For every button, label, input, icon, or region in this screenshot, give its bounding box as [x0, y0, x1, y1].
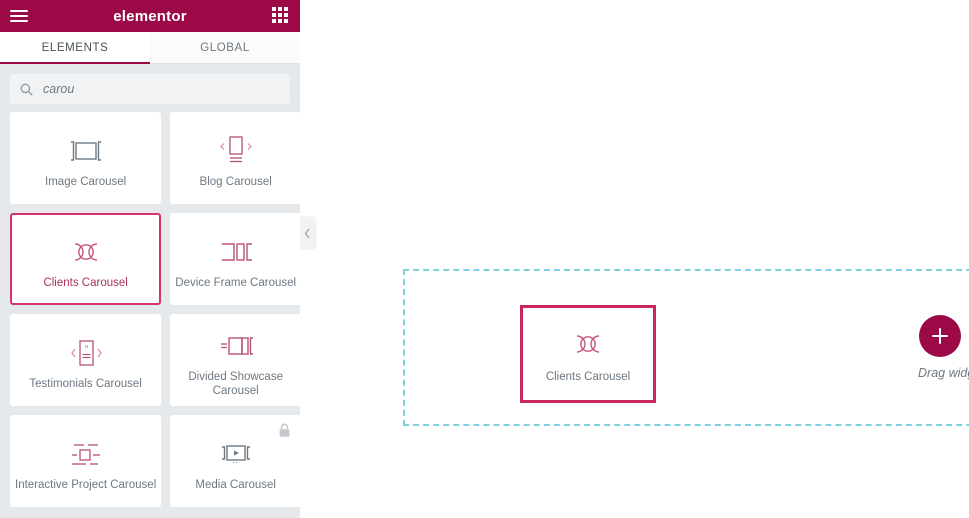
widget-card-interactive-project-carousel[interactable]: Interactive Project Carousel: [10, 415, 162, 507]
elementor-logo: elementor: [113, 7, 187, 25]
widget-card-image-carousel[interactable]: Image Carousel: [10, 112, 162, 204]
editor-canvas[interactable]: Clients Carousel Drag widget here: [300, 0, 969, 518]
widget-label: Clients Carousel: [43, 276, 128, 289]
widget-label: Divided Showcase Carousel: [188, 370, 283, 397]
panel-collapse-handle[interactable]: [300, 217, 315, 249]
add-section-button[interactable]: [918, 315, 961, 357]
divided-showcase-carousel-icon: [213, 326, 259, 366]
elementor-editor: elementor ELEMENTS GLOBAL carou Image Ca…: [0, 0, 969, 518]
search-input[interactable]: [41, 81, 280, 97]
widget-label: Image Carousel: [45, 175, 127, 188]
widget-card-clients-carousel[interactable]: Clients Carousel: [10, 213, 162, 305]
lock-icon: [278, 423, 291, 443]
search-box[interactable]: [10, 74, 290, 104]
device-frame-carousel-icon: [214, 232, 258, 272]
clients-carousel-icon: [64, 232, 108, 272]
widget-label: Media Carousel: [195, 478, 276, 491]
hamburger-icon[interactable]: [10, 6, 34, 26]
widget-label: Interactive Project Carousel: [15, 478, 157, 491]
testimonials-carousel-icon: ”: [63, 333, 109, 373]
search-icon: [20, 83, 33, 95]
widget-card-divided-showcase-carousel[interactable]: Divided Showcase Carousel: [170, 314, 300, 406]
widget-card-device-frame-carousel[interactable]: Device Frame Carousel: [170, 213, 300, 305]
widget-list: Image Carousel Blog Carousel Clients Car…: [0, 112, 300, 507]
tab-global[interactable]: GLOBAL: [150, 32, 300, 63]
widget-card-testimonials-carousel[interactable]: ” Testimonials Carousel: [10, 314, 162, 406]
drag-widget-hint: Drag widget here: [918, 366, 969, 380]
plus-icon: [931, 328, 948, 344]
widget-label: Testimonials Carousel: [29, 377, 142, 390]
add-buttons-row: [918, 315, 969, 357]
image-carousel-icon: [65, 131, 107, 171]
blog-carousel-icon: [213, 131, 259, 171]
tab-elements[interactable]: ELEMENTS: [0, 32, 150, 64]
svg-text:”: ”: [84, 344, 88, 354]
widget-card-media-carousel[interactable]: Media Carousel: [170, 415, 300, 507]
widget-label: Device Frame Carousel: [175, 276, 297, 289]
clients-carousel-icon: [566, 324, 610, 364]
widgets-panel: elementor ELEMENTS GLOBAL carou Image Ca…: [0, 0, 300, 518]
chevron-left-icon: [304, 228, 310, 238]
widget-label: Blog Carousel: [199, 175, 272, 188]
interactive-project-carousel-icon: [61, 434, 111, 474]
media-carousel-icon: [214, 434, 258, 474]
drag-preview-clients-carousel: Clients Carousel: [520, 305, 656, 403]
apps-grid-icon[interactable]: [272, 7, 290, 25]
search-area: [0, 64, 300, 112]
add-section-cluster: Drag widget here: [918, 315, 969, 380]
panel-tabs: ELEMENTS GLOBAL: [0, 32, 300, 64]
widget-card-blog-carousel[interactable]: Blog Carousel: [170, 112, 300, 204]
panel-header: elementor: [0, 0, 300, 32]
drag-preview-label: Clients Carousel: [545, 370, 631, 383]
drop-zone[interactable]: [403, 269, 969, 426]
